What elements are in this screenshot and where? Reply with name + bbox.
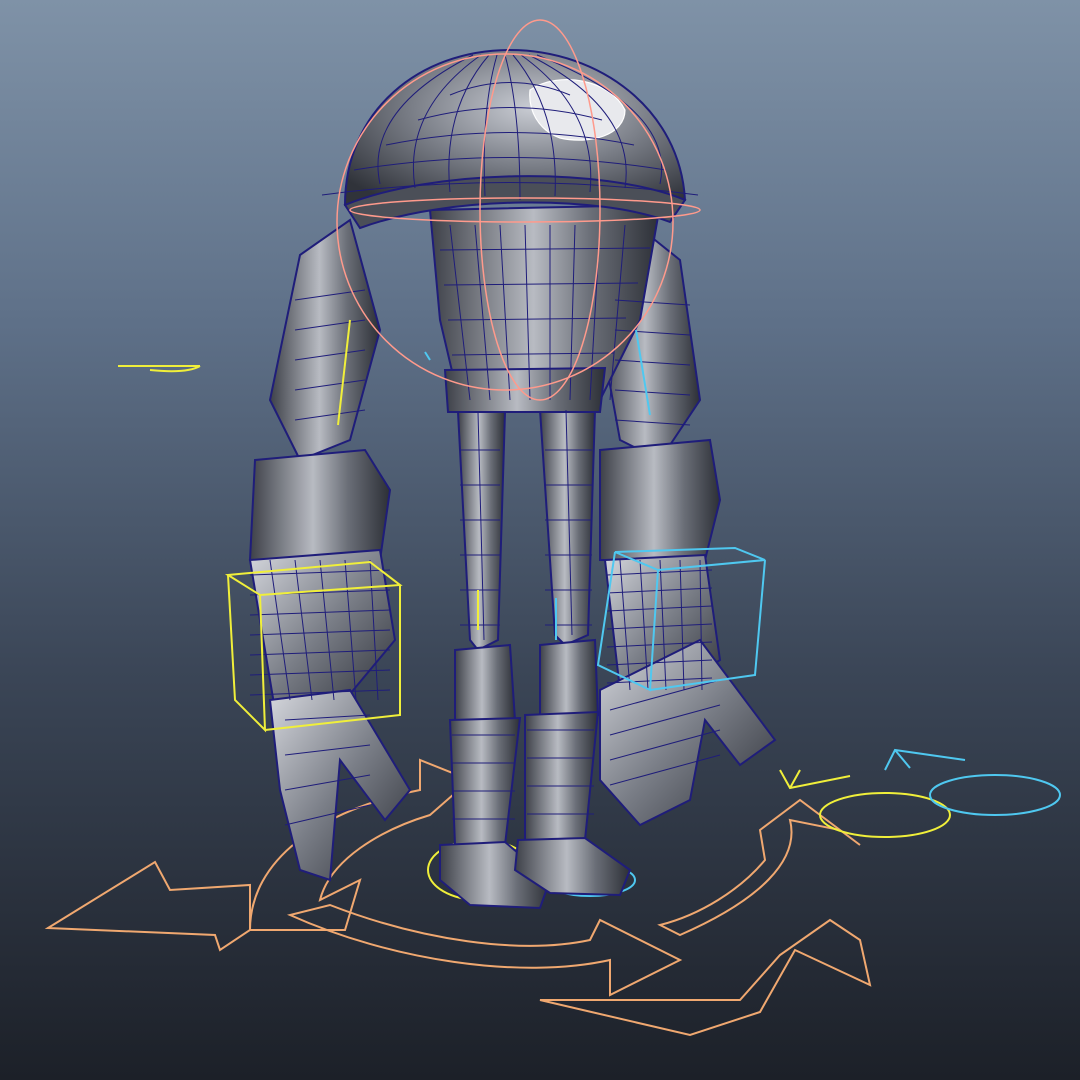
- right-foot-roll-control[interactable]: [884, 748, 1061, 816]
- viewport-scene: [44, 19, 1061, 1037]
- 3d-viewport[interactable]: [0, 0, 1080, 1080]
- left-arm-mesh[interactable]: [248, 218, 412, 882]
